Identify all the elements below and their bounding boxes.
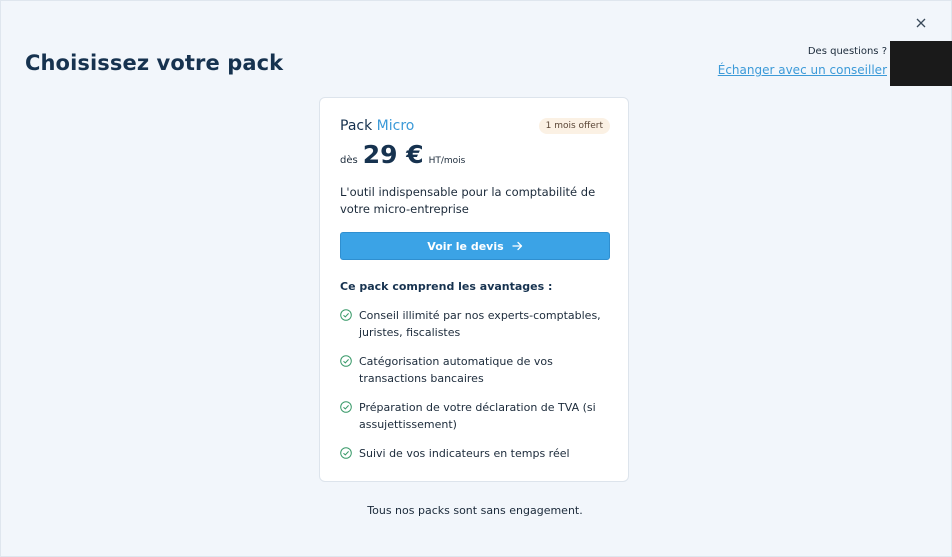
view-quote-label: Voir le devis	[427, 239, 504, 253]
advantage-text: Conseil illimité par nos experts-comptab…	[359, 309, 601, 339]
advantages-list: Conseil illimité par nos experts-comptab…	[340, 308, 615, 476]
view-quote-button[interactable]: Voir le devis	[340, 232, 610, 260]
offer-badge: 1 mois offert	[538, 118, 610, 134]
advantage-text: Préparation de votre déclaration de TVA …	[359, 401, 596, 431]
check-circle-icon	[340, 355, 352, 367]
page-title: Choisissez votre pack	[25, 51, 284, 75]
pack-prefix: Pack	[340, 118, 373, 134]
pack-card: Pack Micro 1 mois offert dès 29 € HT/moi…	[319, 97, 629, 482]
price-value: 29 €	[362, 140, 424, 169]
close-icon	[916, 18, 926, 28]
check-circle-icon	[340, 401, 352, 413]
check-circle-icon	[340, 447, 352, 459]
list-item: Suivi de vos indicateurs en temps réel	[340, 446, 615, 463]
price-row: dès 29 € HT/mois	[340, 140, 465, 169]
advantages-title: Ce pack comprend les avantages :	[340, 280, 553, 293]
check-circle-icon	[340, 309, 352, 321]
help-question: Des questions ?	[807, 46, 887, 57]
advantage-text: Catégorisation automatique de vos transa…	[359, 355, 553, 385]
pack-description: L'outil indispensable pour la comptabili…	[340, 185, 596, 216]
no-commitment-note: Tous nos packs sont sans engagement.	[367, 504, 583, 517]
list-item: Conseil illimité par nos experts-comptab…	[340, 308, 615, 341]
pack-name: Pack Micro	[340, 118, 414, 134]
list-item: Catégorisation automatique de vos transa…	[340, 354, 615, 387]
arrow-right-icon	[512, 241, 522, 251]
price-prefix: dès	[340, 155, 358, 166]
close-button[interactable]	[911, 13, 931, 33]
help-section: Des questions ? Échanger avec un conseil…	[718, 46, 887, 78]
pack-name-accent: Micro	[376, 118, 415, 134]
advantage-text: Suivi de vos indicateurs en temps réel	[359, 447, 570, 460]
redacted-block	[890, 41, 952, 86]
price-suffix: HT/mois	[428, 156, 466, 166]
list-item: Préparation de votre déclaration de TVA …	[340, 400, 615, 433]
contact-advisor-link[interactable]: Échanger avec un conseiller	[718, 63, 887, 77]
pack-modal: Choisissez votre pack Des questions ? Éc…	[0, 0, 952, 557]
